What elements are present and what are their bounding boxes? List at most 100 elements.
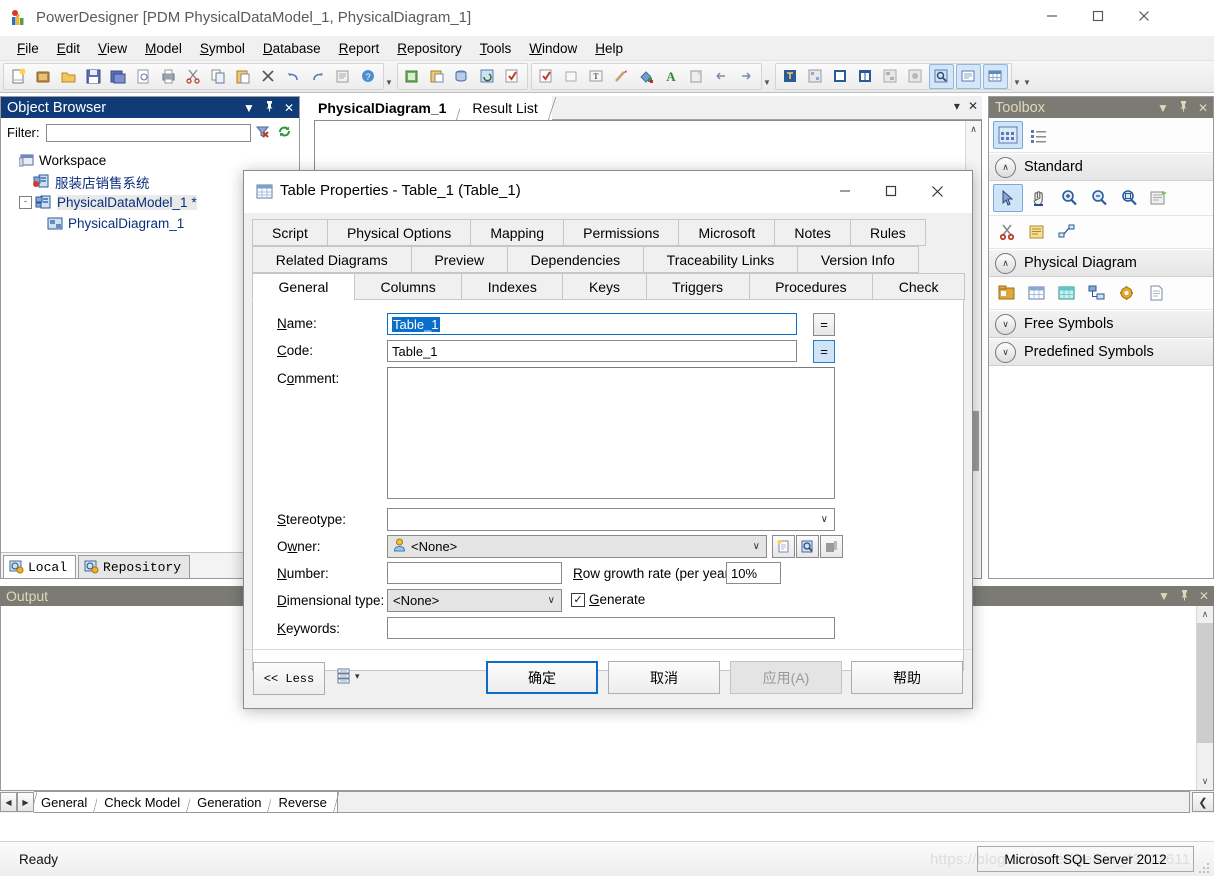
pointer-icon[interactable] [993, 184, 1023, 212]
procedure-icon[interactable] [1113, 280, 1141, 306]
toolbox-pin-icon[interactable] [1173, 100, 1193, 115]
dialog-tab-microsoft[interactable]: Microsoft [678, 219, 775, 246]
toolbox-group-standard-chevron-up-icon[interactable]: ∧ [995, 157, 1016, 178]
stereotype-combo[interactable]: ∨ [387, 508, 835, 531]
sheet-tab-reverse[interactable]: Reverse [271, 792, 336, 812]
document-tab-1[interactable]: Result List [460, 96, 551, 120]
toolbar-overflow-3[interactable]: ▼ [1012, 65, 1022, 89]
sheet-tab-check-model[interactable]: Check Model [97, 792, 190, 812]
filter-refresh-icon[interactable] [273, 124, 295, 142]
ob-tab-repository[interactable]: Repository [78, 555, 190, 578]
output-dropdown-icon[interactable]: ▼ [1154, 589, 1174, 603]
table-icon[interactable] [1023, 280, 1051, 306]
apply-button[interactable]: 应用(A) [730, 661, 842, 694]
zoom-out-icon[interactable] [1085, 185, 1113, 211]
dialog-close-button[interactable] [914, 171, 960, 211]
output-close-icon[interactable]: ✕ [1194, 589, 1214, 603]
ok-button[interactable]: 确定 [486, 661, 598, 694]
keywords-input[interactable] [387, 617, 835, 639]
toolbox-grid-view-icon[interactable] [993, 121, 1023, 149]
properties-icon[interactable] [1145, 185, 1173, 211]
text-frame-icon[interactable]: T [585, 65, 608, 88]
toolbox-group-predefined-symbols[interactable]: ∨ Predefined Symbols [989, 338, 1213, 366]
menu-tools[interactable]: Tools [471, 38, 521, 59]
dialog-tab-version-info[interactable]: Version Info [797, 246, 918, 273]
white-rectangle-icon[interactable] [560, 65, 583, 88]
dialog-minimize-button[interactable] [822, 171, 868, 211]
comment-textarea[interactable] [387, 367, 835, 499]
dialog-tab-general[interactable]: General [252, 273, 355, 300]
dialog-tab-columns[interactable]: Columns [354, 273, 462, 300]
open-folder-icon[interactable] [57, 65, 80, 88]
list-menu-arrow-icon[interactable]: ▾ [355, 671, 360, 682]
output-scroll-thumb[interactable] [1197, 623, 1213, 743]
comment-panel-icon[interactable] [956, 64, 981, 89]
link-icon[interactable] [1053, 219, 1081, 245]
align-left-icon[interactable] [710, 65, 733, 88]
bottom-tab-next-button[interactable]: ▶ [17, 792, 34, 812]
export-icon[interactable] [685, 65, 708, 88]
fill-color-icon[interactable] [635, 65, 658, 88]
font-color-icon[interactable]: A [660, 65, 683, 88]
check-model-2-icon[interactable] [535, 65, 558, 88]
dialog-tab-rules[interactable]: Rules [850, 219, 926, 246]
new-document-icon[interactable] [7, 65, 30, 88]
toolbox-group-physical-diagram-chevron-up-icon[interactable]: ∧ [995, 253, 1016, 274]
new-model-icon[interactable] [32, 65, 55, 88]
toolbox-list-view-icon[interactable] [1025, 122, 1053, 148]
delete-object-icon[interactable] [820, 535, 843, 558]
toolbox-group-free-symbols[interactable]: ∨ Free Symbols [989, 310, 1213, 338]
dialog-tab-mapping[interactable]: Mapping [470, 219, 564, 246]
menu-model[interactable]: Model [136, 38, 191, 59]
toolbox-group-predefined-symbols-chevron-down-icon[interactable]: ∨ [995, 342, 1016, 363]
object-browser-dropdown-icon[interactable]: ▼ [239, 101, 259, 115]
owner-combo[interactable]: <None> ∨ [387, 535, 767, 558]
dialog-tab-check[interactable]: Check [872, 273, 965, 300]
print-preview-icon[interactable] [132, 65, 155, 88]
cut-icon[interactable] [182, 65, 205, 88]
tile-windows-icon[interactable] [854, 65, 877, 88]
help-button[interactable]: 帮助 [851, 661, 963, 694]
toolbox-group-physical-diagram[interactable]: ∧ Physical Diagram [989, 249, 1213, 277]
document-tab-dropdown-icon[interactable]: ▾ [954, 99, 960, 113]
grid-view-icon[interactable] [983, 64, 1008, 89]
code-input[interactable]: Table_1 [387, 340, 797, 362]
properties-icon[interactable] [332, 65, 355, 88]
less-button[interactable]: << Less [253, 662, 325, 695]
package-icon[interactable] [993, 280, 1021, 306]
stereotype-chevron-down-icon[interactable]: ∨ [821, 514, 832, 525]
filter-clear-icon[interactable] [251, 124, 273, 142]
paintbrush-icon[interactable] [610, 65, 633, 88]
diagram-scroll-up-button[interactable]: ∧ [966, 121, 981, 137]
tree-expander-icon[interactable]: - [19, 196, 32, 209]
generate-database-icon[interactable] [451, 65, 474, 88]
toolbox-dropdown-icon[interactable]: ▼ [1153, 101, 1173, 115]
output-scroll-up-button[interactable]: ∧ [1197, 606, 1213, 623]
dependency-matrix-icon[interactable] [804, 65, 827, 88]
print-icon[interactable] [157, 65, 180, 88]
toolbox-close-icon[interactable]: ✕ [1193, 101, 1213, 115]
new-package-icon[interactable] [401, 65, 424, 88]
create-object-icon[interactable] [772, 535, 795, 558]
delete-icon[interactable] [257, 65, 280, 88]
dialog-tab-notes[interactable]: Notes [774, 219, 851, 246]
page-layout-icon[interactable] [829, 65, 852, 88]
zoom-find-icon[interactable] [929, 64, 954, 89]
sheet-tab-generation[interactable]: Generation [190, 792, 271, 812]
filter-input[interactable] [46, 124, 252, 142]
dialog-tab-dependencies[interactable]: Dependencies [507, 246, 644, 273]
properties-object-icon[interactable] [796, 535, 819, 558]
tree-node-0[interactable]: Workspace [5, 150, 299, 171]
bottom-tab-scroll-right-button[interactable]: ❮ [1192, 792, 1214, 812]
workspace-view-icon[interactable] [779, 65, 802, 88]
generate-checkbox-row[interactable]: ✓ Generate [571, 592, 645, 607]
toolbar-overflow-2[interactable]: ▼ [762, 65, 772, 89]
dialog-tab-traceability-links[interactable]: Traceability Links [643, 246, 798, 273]
dialog-tab-related-diagrams[interactable]: Related Diagrams [252, 246, 412, 273]
toolbar-overflow-1[interactable]: ▼ [384, 65, 394, 89]
scissors-icon[interactable] [993, 219, 1021, 245]
align-right-icon[interactable] [735, 65, 758, 88]
name-input[interactable]: Table_1 [387, 313, 797, 335]
output-pin-icon[interactable] [1174, 589, 1194, 604]
generate-checkbox[interactable]: ✓ [571, 593, 585, 607]
